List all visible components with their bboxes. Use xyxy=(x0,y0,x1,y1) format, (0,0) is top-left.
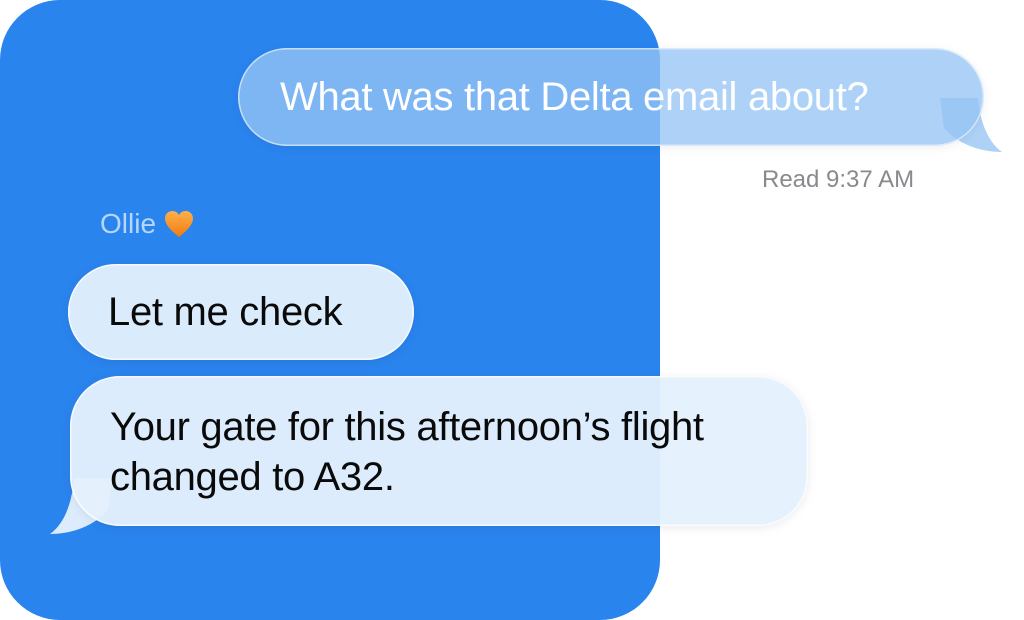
orange-heart-icon xyxy=(165,211,194,237)
messages-stage: What was that Delta email about? Read 9:… xyxy=(0,0,1024,620)
received-message-text: Let me check xyxy=(108,290,343,334)
sent-message-text: What was that Delta email about? xyxy=(280,74,869,119)
received-message-bubble[interactable]: Let me check xyxy=(68,264,414,360)
read-receipt: Read 9:37 AM xyxy=(762,166,915,193)
sent-message-bubble[interactable]: What was that Delta email about? xyxy=(238,48,984,146)
received-message-bubble[interactable]: Your gate for this afternoon’s flight ch… xyxy=(70,376,808,526)
sender-name: Ollie xyxy=(100,208,157,239)
received-message-text: Your gate for this afternoon’s flight ch… xyxy=(110,405,704,499)
sender-label: Ollie xyxy=(100,208,194,240)
